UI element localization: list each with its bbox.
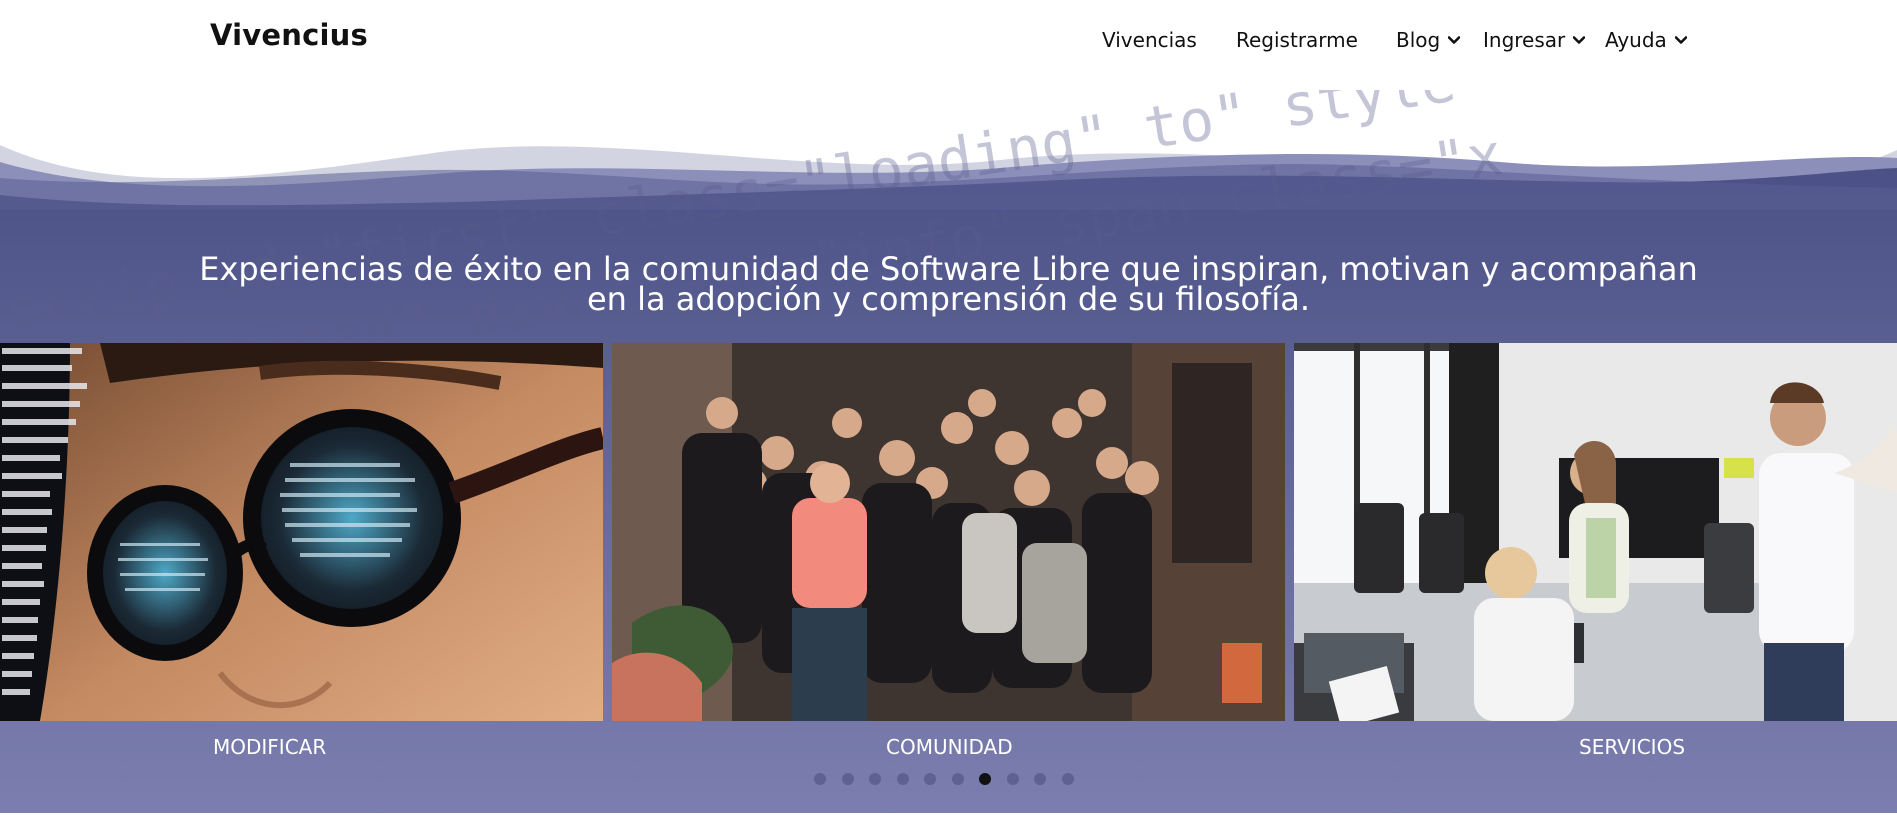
nav-ayuda-dropdown[interactable]: Ayuda xyxy=(1605,28,1687,52)
carousel-dot[interactable] xyxy=(1061,773,1074,785)
carousel-dot-active[interactable] xyxy=(979,773,991,785)
nav-vivencias-label: Vivencias xyxy=(1102,28,1197,52)
carousel-slide-servicios[interactable] xyxy=(1294,343,1897,721)
nav-blog-dropdown[interactable]: Blog xyxy=(1396,28,1461,52)
slide-image-office-team xyxy=(1294,343,1897,721)
carousel-dot[interactable] xyxy=(841,773,854,785)
carousel-slide-modificar[interactable] xyxy=(0,343,603,721)
chevron-down-icon xyxy=(1448,36,1461,44)
carousel-dot[interactable] xyxy=(1034,773,1046,785)
carousel-dot[interactable] xyxy=(951,773,964,785)
nav-ingresar-dropdown[interactable]: Ingresar xyxy=(1483,28,1586,52)
chevron-down-icon xyxy=(1674,36,1687,44)
carousel-slide-comunidad[interactable] xyxy=(612,343,1285,721)
nav-registrarme[interactable]: Registrarme xyxy=(1236,28,1358,52)
nav-ayuda-label: Ayuda xyxy=(1605,28,1667,52)
slide-label-servicios[interactable]: SERVICIOS xyxy=(1579,735,1685,759)
nav-vivencias[interactable]: Vivencias xyxy=(1102,28,1197,52)
carousel-dot[interactable] xyxy=(924,773,936,785)
slide-image-community-group xyxy=(612,343,1285,721)
slide-image-code-glasses xyxy=(0,343,603,721)
nav-registrarme-label: Registrarme xyxy=(1236,28,1358,52)
chevron-down-icon xyxy=(1573,36,1586,44)
navbar: Vivencius Vivencias Registrarme Blog Ing… xyxy=(0,0,1897,90)
nav-ingresar-label: Ingresar xyxy=(1483,28,1566,52)
carousel-dot[interactable] xyxy=(869,773,881,785)
carousel-dot[interactable] xyxy=(814,773,826,785)
hero-section: scrip id="first" class="loading" to" sty… xyxy=(0,14,1897,815)
hero-tagline-line: en la adopción y comprensión de su filos… xyxy=(586,280,1311,318)
main-nav: Vivencias Registrarme Blog Ingresar Ayud… xyxy=(0,28,1897,58)
carousel-dot[interactable] xyxy=(1006,773,1019,785)
slide-label-modificar[interactable]: MODIFICAR xyxy=(213,735,326,759)
slide-label-comunidad[interactable]: COMUNIDAD xyxy=(886,735,1013,759)
carousel-dot[interactable] xyxy=(896,773,909,785)
hero-tagline: Experiencias de éxito en la comunidad de… xyxy=(0,253,1897,318)
nav-blog-label: Blog xyxy=(1396,28,1441,52)
carousel-pagination xyxy=(814,773,1089,787)
